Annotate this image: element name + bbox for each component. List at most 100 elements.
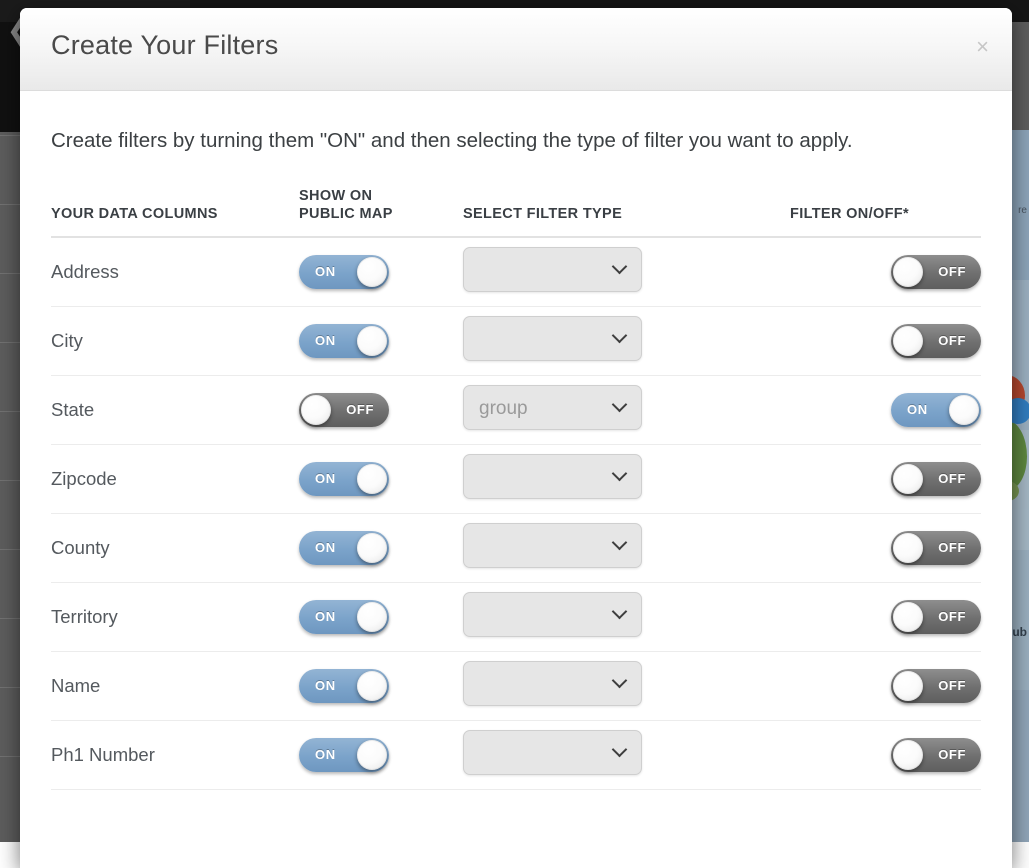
row-show-on-public-map-cell: ON xyxy=(299,306,463,375)
show-on-public-map-toggle-label: OFF xyxy=(346,393,374,427)
row-filter-on-off-cell: OFF xyxy=(790,582,981,651)
filter-on-off-toggle[interactable]: OFF xyxy=(891,669,981,703)
header-show-on-public-map: SHOW ON PUBLIC MAP xyxy=(299,187,463,237)
row-show-on-public-map-cell: ON xyxy=(299,444,463,513)
show-on-public-map-toggle[interactable]: ON xyxy=(299,324,389,358)
row-show-on-public-map-cell: OFF xyxy=(299,375,463,444)
filter-on-off-toggle-knob xyxy=(893,464,923,494)
filter-on-off-toggle-knob xyxy=(893,740,923,770)
row-column-name: Address xyxy=(51,237,299,306)
filter-on-off-toggle-label: OFF xyxy=(938,462,966,496)
page-title: Create Your Filters xyxy=(51,30,278,61)
row-filter-type-cell xyxy=(463,237,790,306)
show-on-public-map-toggle-knob xyxy=(357,671,387,701)
table-row: ZipcodeONOFF xyxy=(51,444,981,513)
filter-type-select[interactable] xyxy=(463,523,642,568)
filter-on-off-toggle[interactable]: OFF xyxy=(891,324,981,358)
header-select-filter-type: SELECT FILTER TYPE xyxy=(463,187,790,237)
filter-on-off-toggle-label: OFF xyxy=(938,600,966,634)
filter-type-select[interactable] xyxy=(463,592,642,637)
show-on-public-map-toggle-label: ON xyxy=(315,531,336,565)
show-on-public-map-toggle[interactable]: ON xyxy=(299,738,389,772)
show-on-public-map-toggle-label: ON xyxy=(315,738,336,772)
show-on-public-map-toggle-knob xyxy=(357,326,387,356)
chevron-down-icon xyxy=(614,606,627,619)
table-row: County ON OFF xyxy=(51,513,981,582)
row-column-name: City xyxy=(51,306,299,375)
create-filters-modal: Create Your Filters × Create filters by … xyxy=(20,8,1012,868)
show-on-public-map-toggle-knob xyxy=(357,740,387,770)
close-icon[interactable]: × xyxy=(976,36,989,58)
show-on-public-map-toggle[interactable]: ON xyxy=(299,255,389,289)
filter-on-off-toggle-label: OFF xyxy=(938,669,966,703)
filter-on-off-toggle-label: OFF xyxy=(938,738,966,772)
filter-on-off-toggle[interactable]: ON xyxy=(891,393,981,427)
filters-table: YOUR DATA COLUMNS SHOW ON PUBLIC MAP SEL… xyxy=(51,187,981,790)
row-column-name: County xyxy=(51,513,299,582)
filter-on-off-toggle[interactable]: OFF xyxy=(891,600,981,634)
filter-type-select-value: group xyxy=(479,386,528,431)
row-filter-type-cell xyxy=(463,513,790,582)
row-column-name: Territory xyxy=(51,582,299,651)
table-row: City ON OFF xyxy=(51,306,981,375)
chevron-down-icon xyxy=(614,468,627,481)
filter-on-off-toggle-knob xyxy=(893,602,923,632)
show-on-public-map-toggle[interactable]: ON xyxy=(299,669,389,703)
header-filter-on-off: FILTER ON/OFF* xyxy=(790,187,981,237)
filter-on-off-toggle-knob xyxy=(949,395,979,425)
filter-on-off-toggle-label: OFF xyxy=(938,324,966,358)
intro-text: Create filters by turning them "ON" and … xyxy=(51,125,956,156)
chevron-down-icon xyxy=(614,261,627,274)
row-filter-type-cell: group xyxy=(463,375,790,444)
show-on-public-map-toggle[interactable]: OFF xyxy=(299,393,389,427)
table-header-row: YOUR DATA COLUMNS SHOW ON PUBLIC MAP SEL… xyxy=(51,187,981,237)
map-label-secondary: re xyxy=(1018,205,1027,216)
row-column-name: Name xyxy=(51,651,299,720)
show-on-public-map-toggle-knob xyxy=(357,602,387,632)
show-on-public-map-toggle-knob xyxy=(357,464,387,494)
table-row: AddressON OFF xyxy=(51,237,981,306)
filter-on-off-toggle[interactable]: OFF xyxy=(891,738,981,772)
table-row: State OFF group ON xyxy=(51,375,981,444)
filter-on-off-toggle[interactable]: OFF xyxy=(891,462,981,496)
table-row: Territory ON OFF xyxy=(51,582,981,651)
show-on-public-map-toggle[interactable]: ON xyxy=(299,531,389,565)
show-on-public-map-toggle-label: ON xyxy=(315,600,336,634)
modal-header: Create Your Filters × xyxy=(20,8,1012,91)
filter-type-select[interactable] xyxy=(463,661,642,706)
filter-type-select[interactable] xyxy=(463,730,642,775)
chevron-down-icon xyxy=(614,330,627,343)
row-column-name: Ph1 Number xyxy=(51,720,299,789)
filter-type-select[interactable]: group xyxy=(463,385,642,430)
chevron-down-icon xyxy=(614,675,627,688)
header-show-on-public-map-line2: PUBLIC MAP xyxy=(299,205,463,223)
show-on-public-map-toggle-knob xyxy=(357,533,387,563)
show-on-public-map-toggle[interactable]: ON xyxy=(299,600,389,634)
chevron-down-icon xyxy=(614,399,627,412)
filter-type-select[interactable] xyxy=(463,454,642,499)
show-on-public-map-toggle[interactable]: ON xyxy=(299,462,389,496)
row-column-name: State xyxy=(51,375,299,444)
header-data-columns: YOUR DATA COLUMNS xyxy=(51,187,299,237)
chevron-down-icon xyxy=(614,537,627,550)
filter-on-off-toggle-knob xyxy=(893,671,923,701)
row-filter-on-off-cell: OFF xyxy=(790,237,981,306)
row-filter-type-cell xyxy=(463,651,790,720)
show-on-public-map-toggle-label: ON xyxy=(315,324,336,358)
filter-on-off-toggle-label: ON xyxy=(907,393,928,427)
filter-type-select[interactable] xyxy=(463,247,642,292)
row-filter-on-off-cell: OFF xyxy=(790,306,981,375)
filter-on-off-toggle[interactable]: OFF xyxy=(891,255,981,289)
row-show-on-public-map-cell: ON xyxy=(299,237,463,306)
filter-on-off-toggle-label: OFF xyxy=(938,531,966,565)
show-on-public-map-toggle-label: ON xyxy=(315,462,336,496)
chevron-down-icon xyxy=(614,744,627,757)
filter-on-off-toggle[interactable]: OFF xyxy=(891,531,981,565)
row-filter-type-cell xyxy=(463,720,790,789)
row-filter-on-off-cell: OFF xyxy=(790,720,981,789)
modal-body: Create filters by turning them "ON" and … xyxy=(20,91,1012,790)
filter-type-select[interactable] xyxy=(463,316,642,361)
row-filter-type-cell xyxy=(463,444,790,513)
row-show-on-public-map-cell: ON xyxy=(299,582,463,651)
filters-table-head: YOUR DATA COLUMNS SHOW ON PUBLIC MAP SEL… xyxy=(51,187,981,237)
